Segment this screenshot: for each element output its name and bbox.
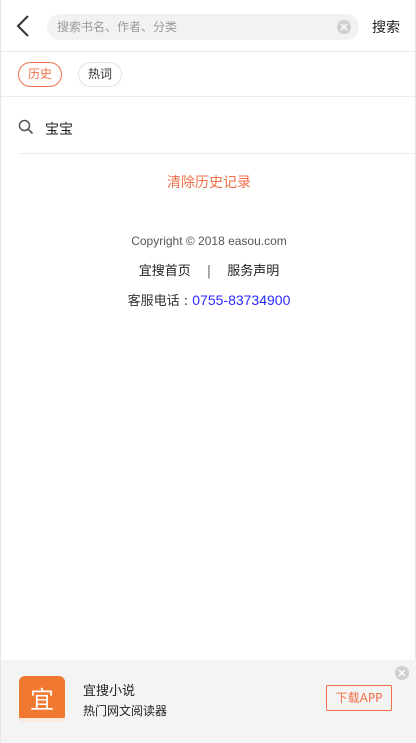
clear-history-button[interactable]: 清除历史记录 <box>1 172 416 192</box>
page: 搜索 历史 热词 宝宝 清除历史记录 Copyright © 2018 easo… <box>0 0 416 743</box>
service-statement-link[interactable]: 服务声明 <box>227 264 279 279</box>
app-logo-glyph: 宜 <box>30 686 54 714</box>
copyright: Copyright © 2018 easou.com <box>131 234 287 248</box>
app-logo: 宜 <box>19 676 65 722</box>
search-input[interactable] <box>57 14 327 40</box>
footer-links: 宜搜首页 | 服务声明 <box>1 260 416 279</box>
service-label: 客服电话 : <box>127 294 193 309</box>
app-name: 宜搜小说 <box>83 684 136 699</box>
service-phone-link[interactable]: 0755-83734900 <box>192 292 290 308</box>
search-box <box>47 14 359 40</box>
tab-hot-words[interactable]: 热词 <box>78 62 123 87</box>
history-item[interactable]: 宝宝 <box>18 103 416 154</box>
back-button[interactable] <box>11 12 37 40</box>
clear-search-button[interactable] <box>337 20 351 34</box>
search-icon <box>18 119 34 135</box>
chevron-left-icon <box>16 15 29 37</box>
close-banner-button[interactable] <box>395 666 409 680</box>
link-separator: | <box>206 264 212 279</box>
close-icon <box>340 23 348 31</box>
tab-bar: 历史 热词 <box>1 52 416 97</box>
header: 搜索 <box>1 0 416 52</box>
app-description: 热门网文阅读器 <box>83 704 168 718</box>
download-app-button[interactable]: 下载APP <box>326 685 392 711</box>
app-download-banner: 宜 宜搜小说 热门网文阅读器 下载APP <box>1 660 416 743</box>
search-button[interactable]: 搜索 <box>372 17 400 37</box>
app-logo-underline <box>19 718 65 722</box>
home-link[interactable]: 宜搜首页 <box>139 264 191 279</box>
close-icon <box>398 669 406 677</box>
service-hotline: 客服电话 : 0755-83734900 <box>1 290 416 309</box>
history-item-label: 宝宝 <box>45 122 73 138</box>
tab-history[interactable]: 历史 <box>18 62 63 87</box>
